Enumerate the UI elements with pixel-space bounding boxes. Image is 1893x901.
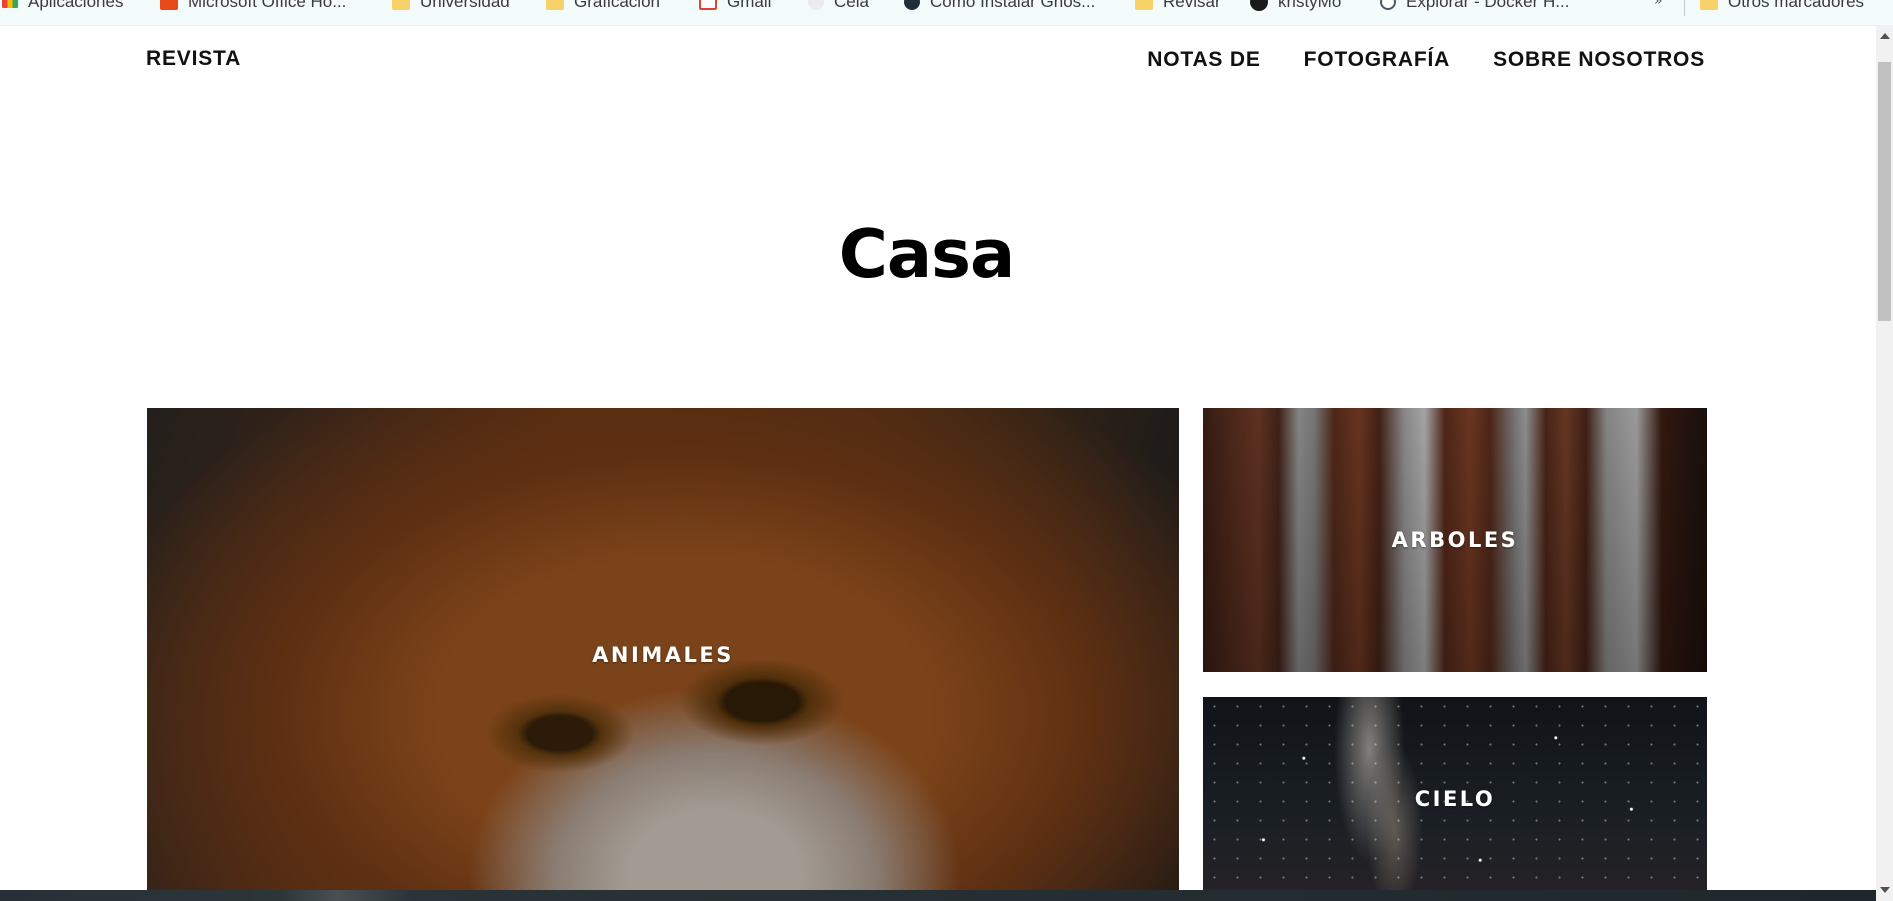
bookmark-label: Gmail bbox=[727, 0, 772, 11]
bookmark-other[interactable]: Otros marcadores bbox=[1700, 0, 1864, 13]
apps-grid-icon bbox=[2, 0, 18, 8]
folder-icon bbox=[546, 0, 564, 10]
bookmark-label: Cómo Instalar Ghos... bbox=[930, 0, 1096, 11]
gmail-icon bbox=[699, 0, 717, 10]
bookmark-label: Cela bbox=[834, 0, 869, 11]
bookmark-label: Explorar - Docker H... bbox=[1406, 0, 1570, 11]
vertical-scrollbar[interactable] bbox=[1876, 25, 1893, 901]
nav-link-fotografia[interactable]: FOTOGRAFÍA bbox=[1304, 48, 1450, 72]
bookmark-universidad[interactable]: Universidad bbox=[392, 0, 510, 13]
card-animales[interactable]: ANIMALES bbox=[147, 408, 1179, 901]
main-nav: NOTAS DE FOTOGRAFÍA SOBRE NOSOTROS bbox=[1147, 48, 1705, 72]
folder-icon bbox=[392, 0, 410, 10]
scroll-down-arrow-icon[interactable] bbox=[1880, 887, 1890, 893]
github-icon bbox=[1250, 0, 1268, 11]
page-title: Casa bbox=[838, 215, 1015, 293]
nav-link-sobre-nosotros[interactable]: SOBRE NOSOTROS bbox=[1493, 48, 1705, 72]
folder-icon bbox=[1135, 0, 1153, 10]
bookmark-kristymo[interactable]: kristyMo bbox=[1250, 0, 1341, 13]
card-label: ARBOLES bbox=[1391, 528, 1519, 552]
bookmark-label: Aplicaciones bbox=[28, 0, 124, 11]
scroll-up-arrow-icon[interactable] bbox=[1880, 33, 1890, 39]
bookmark-ghost[interactable]: Cómo Instalar Ghos... bbox=[904, 0, 1095, 13]
bookmark-label: Universidad bbox=[420, 0, 510, 11]
bookmark-gmail[interactable]: Gmail bbox=[699, 0, 771, 13]
card-label: CIELO bbox=[1414, 787, 1496, 811]
taskbar-strip bbox=[0, 890, 1876, 901]
scroll-thumb[interactable] bbox=[1878, 62, 1891, 321]
bookmark-cela[interactable]: Cela bbox=[808, 0, 869, 13]
site-icon bbox=[904, 0, 920, 10]
bookmark-revisar[interactable]: Revisar bbox=[1135, 0, 1221, 13]
bookmark-label: Microsoft Office Ho... bbox=[188, 0, 347, 11]
more-bookmarks-button[interactable]: » bbox=[1654, 0, 1663, 9]
office-icon bbox=[160, 0, 178, 10]
card-label: ANIMALES bbox=[592, 642, 734, 667]
folder-icon bbox=[1700, 0, 1718, 10]
card-arboles[interactable]: ARBOLES bbox=[1203, 408, 1707, 672]
bookmark-label: Graficación bbox=[574, 0, 660, 11]
bookmark-label: kristyMo bbox=[1278, 0, 1342, 11]
bookmark-graficacion[interactable]: Graficación bbox=[546, 0, 660, 13]
bookmark-label: Revisar bbox=[1163, 0, 1221, 11]
bookmark-label: Otros marcadores bbox=[1728, 0, 1865, 11]
bookmarks-bar: Aplicaciones Microsoft Office Ho... Univ… bbox=[0, 0, 1893, 26]
nav-link-notas[interactable]: NOTAS DE bbox=[1147, 48, 1260, 72]
globe-icon bbox=[808, 0, 824, 10]
bookmark-docker[interactable]: Explorar - Docker H... bbox=[1380, 0, 1569, 13]
bookmark-apps[interactable]: Aplicaciones bbox=[2, 0, 123, 13]
card-cielo[interactable]: CIELO bbox=[1203, 697, 1707, 901]
docker-icon bbox=[1380, 0, 1396, 10]
bookmarks-separator bbox=[1684, 0, 1685, 16]
site-brand-link[interactable]: REVISTA bbox=[146, 47, 241, 71]
bookmark-office[interactable]: Microsoft Office Ho... bbox=[160, 0, 346, 13]
